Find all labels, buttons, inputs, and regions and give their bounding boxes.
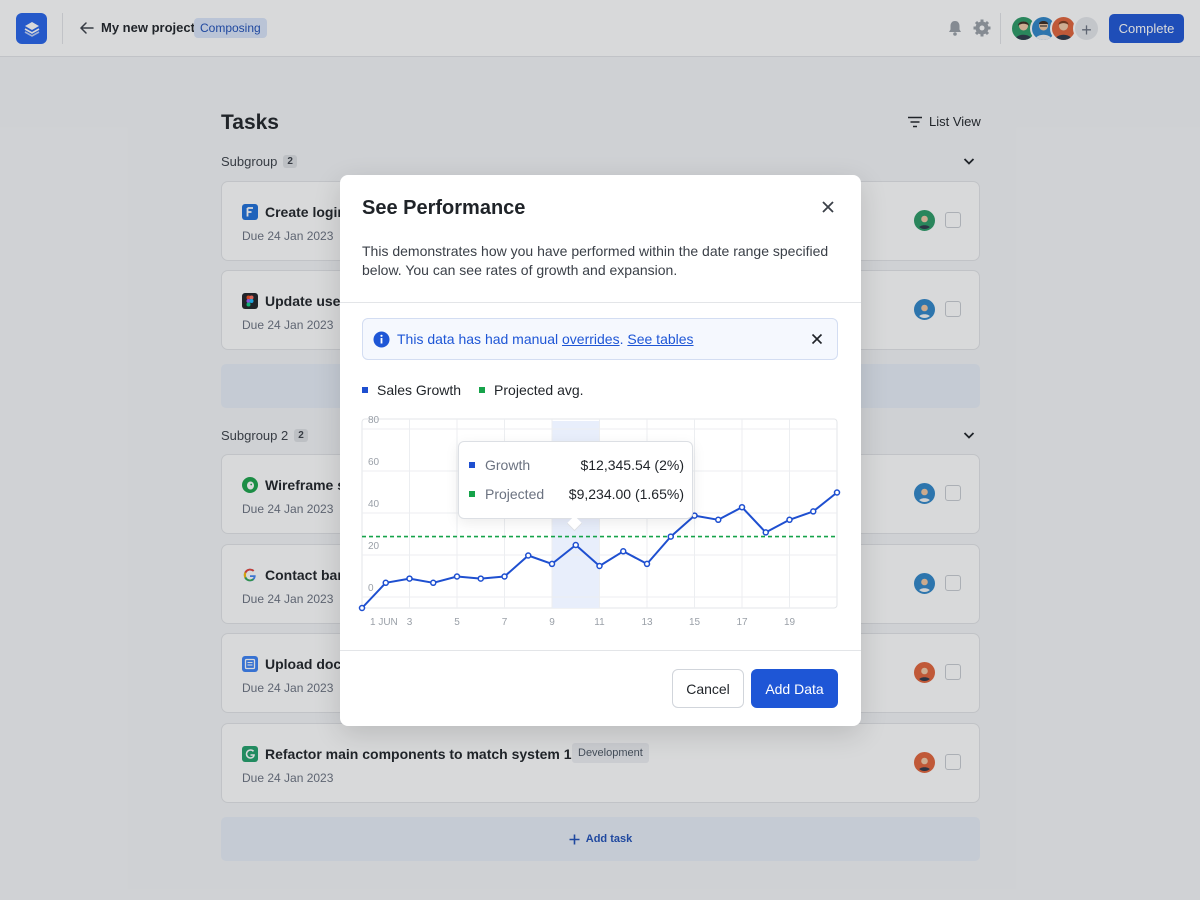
- data-point: [477, 575, 484, 582]
- tooltip-value: $9,234.00 (1.65%): [568, 486, 684, 502]
- close-icon[interactable]: [810, 332, 824, 346]
- y-tick-label: 40: [368, 499, 380, 510]
- legend-swatch: [479, 387, 486, 393]
- legend-swatch: [362, 387, 368, 393]
- data-point: [596, 562, 603, 570]
- y-tick-label: 0: [368, 583, 374, 594]
- modal-title: See Performance: [362, 197, 526, 219]
- x-tick-label: 3: [407, 617, 413, 628]
- x-tick-label: 9: [549, 617, 555, 628]
- data-point: [715, 516, 722, 524]
- data-point: [382, 579, 389, 587]
- data-point: [667, 533, 674, 540]
- y-tick-label: 60: [368, 457, 380, 468]
- data-point: [572, 541, 579, 549]
- data-point: [548, 560, 556, 568]
- chart-tooltip: Growth $12,345.54 (2%) Projected $9,234.…: [458, 441, 693, 519]
- tooltip-row: Projected $9,234.00 (1.65%): [469, 486, 684, 502]
- divider: [340, 302, 861, 303]
- y-tick-label: 20: [368, 541, 380, 552]
- divider: [340, 650, 861, 651]
- cancel-button[interactable]: Cancel: [672, 669, 744, 708]
- add-data-button[interactable]: Add Data: [751, 669, 838, 708]
- data-point: [762, 529, 769, 536]
- overrides-link[interactable]: overrides: [562, 331, 620, 347]
- tooltip-row: Growth $12,345.54 (2%): [469, 457, 684, 473]
- x-tick-label: 15: [689, 617, 701, 628]
- data-point: [501, 573, 508, 580]
- x-tick-label: 19: [784, 617, 796, 628]
- x-tick-label: 5: [454, 617, 460, 628]
- legend-label: Projected avg.: [494, 382, 584, 398]
- x-tick-label: 1 JUN: [370, 617, 398, 628]
- tooltip-label: Growth: [485, 457, 531, 473]
- y-tick-label: 80: [368, 415, 380, 426]
- legend-item: Sales Growth: [362, 382, 461, 398]
- legend-item: Projected avg.: [479, 382, 584, 398]
- data-point: [406, 575, 413, 582]
- data-point: [810, 508, 817, 515]
- data-point: [786, 516, 793, 524]
- data-point: [430, 579, 437, 587]
- x-tick-label: 7: [502, 617, 508, 628]
- data-point: [453, 573, 461, 580]
- info-alert: This data has had manual overrides. See …: [362, 318, 838, 360]
- chart-legend: Sales Growth Projected avg.: [362, 382, 584, 398]
- legend-swatch: [469, 491, 475, 497]
- data-point: [833, 489, 841, 496]
- tooltip-value: $12,345.54 (2%): [580, 457, 684, 473]
- alert-prefix: This data has had manual: [397, 331, 562, 347]
- data-point: [643, 560, 651, 568]
- data-point: [620, 548, 627, 555]
- close-icon[interactable]: [820, 199, 836, 215]
- x-tick-label: 17: [736, 617, 748, 628]
- x-tick-label: 11: [594, 617, 605, 628]
- see-tables-link[interactable]: See tables: [627, 331, 693, 347]
- info-icon: [373, 331, 390, 348]
- data-point: [738, 503, 746, 511]
- performance-modal: See Performance This demonstrates how yo…: [340, 175, 861, 726]
- legend-swatch: [469, 462, 475, 468]
- x-tick-label: 13: [641, 617, 653, 628]
- data-point: [525, 552, 532, 559]
- alert-text: This data has had manual overrides. See …: [397, 331, 694, 347]
- legend-label: Sales Growth: [377, 382, 462, 398]
- tooltip-label: Projected: [485, 486, 545, 502]
- modal-description: This demonstrates how you have performed…: [362, 243, 829, 278]
- data-point: [358, 604, 366, 612]
